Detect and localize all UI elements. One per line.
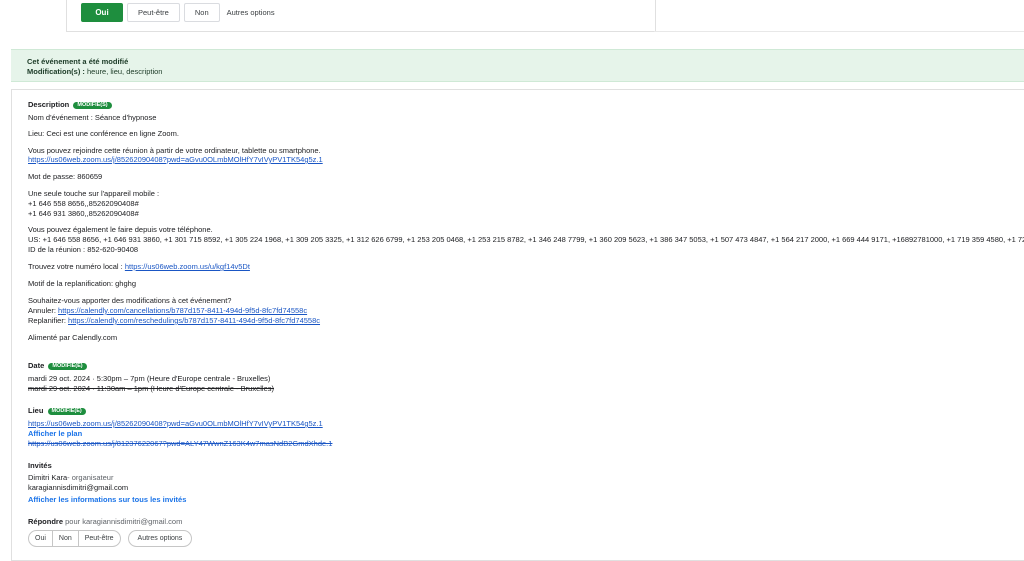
join-link[interactable]: https://us06web.zoom.us/j/85262090408?pw… bbox=[28, 156, 323, 164]
phone-line-2: +1 646 931 3860,,85262090408# bbox=[28, 209, 139, 218]
description-modified-badge: MODIFIÉ(S) bbox=[73, 102, 112, 109]
local-number-line: Trouvez votre numéro local : https://us0… bbox=[28, 263, 250, 271]
reply-maybe-button[interactable]: Peut-être bbox=[79, 531, 120, 546]
location-old-link[interactable]: https://us06web.zoom.us/j/81237622067?pw… bbox=[28, 440, 332, 448]
reply-buttons: Oui Non Peut-être Autres options bbox=[28, 530, 193, 547]
date-old-value: mardi 29 oct. 2024 · 11:30am – 1pm (Heur… bbox=[28, 384, 274, 393]
reply-segmented-control: Oui Non Peut-être bbox=[28, 530, 121, 547]
local-number-prefix: Trouvez votre numéro local : bbox=[28, 262, 123, 271]
password-line: Mot de passe: 860659 bbox=[28, 172, 103, 181]
rsvp-no-button[interactable]: Non bbox=[183, 3, 220, 22]
one-touch-line: Une seule touche sur l'appareil mobile : bbox=[28, 189, 160, 198]
banner-title: Cet événement a été modifié bbox=[27, 57, 129, 66]
location-header: Lieu MODIFIÉ(E) bbox=[28, 407, 86, 415]
date-header: Date MODIFIÉ(E) bbox=[28, 362, 87, 370]
cancel-link[interactable]: https://calendly.com/cancellations/b787d… bbox=[58, 306, 307, 315]
guests-title: Invités bbox=[28, 461, 52, 470]
cancel-label: Annuler: bbox=[28, 306, 56, 315]
powered-by-line: Alimenté par Calendly.com bbox=[28, 333, 118, 342]
by-phone-line: Vous pouvez également le faire depuis vo… bbox=[28, 225, 213, 234]
organizer-name: Dimitri Kara bbox=[28, 473, 68, 482]
reply-header: Répondre pour karagiannisdimitri@gmail.c… bbox=[28, 518, 182, 526]
divider bbox=[654, 31, 1024, 32]
reply-no-button[interactable]: Non bbox=[53, 531, 79, 546]
phone-line-1: +1 646 558 8656,,85262090408# bbox=[28, 199, 139, 208]
organizer-role: - organisateur bbox=[67, 473, 114, 482]
reschedule-line: Replanifier: https://calendly.com/resche… bbox=[28, 317, 320, 325]
rsvp-more-options[interactable]: Autres options bbox=[227, 8, 275, 17]
organizer-email: karagiannisdimitri@gmail.com bbox=[28, 483, 129, 492]
location-modified-badge: MODIFIÉ(E) bbox=[47, 408, 86, 415]
event-name-line: Nom d'événement : Séance d'hypnose bbox=[28, 113, 157, 122]
rsvp-maybe-button[interactable]: Peut-être bbox=[127, 3, 180, 22]
banner-changes: Modification(s) : heure, lieu, descripti… bbox=[27, 67, 162, 76]
reply-title: Répondre bbox=[28, 517, 64, 526]
reschedule-link[interactable]: https://calendly.com/reschedulings/b787d… bbox=[68, 316, 320, 325]
banner-changes-label: Modification(s) : bbox=[27, 67, 85, 76]
reschedule-label: Replanifier: bbox=[28, 316, 66, 325]
rsvp-yes-button[interactable]: Oui bbox=[81, 3, 123, 22]
reply-yes-button[interactable]: Oui bbox=[29, 531, 53, 546]
description-header: Description MODIFIÉ(S) bbox=[28, 101, 112, 109]
event-details-card: Description MODIFIÉ(S) Nom d'événement :… bbox=[11, 89, 1024, 561]
reply-more-options-button[interactable]: Autres options bbox=[127, 530, 193, 547]
date-title: Date bbox=[28, 361, 45, 370]
local-number-link[interactable]: https://us06web.zoom.us/u/kgf14v5Dt bbox=[125, 262, 250, 271]
rsvp-row: Oui Peut-être Non Autres options bbox=[81, 3, 275, 22]
location-title: Lieu bbox=[28, 406, 44, 415]
date-new-value: mardi 29 oct. 2024 · 5:30pm – 7pm (Heure… bbox=[28, 374, 271, 383]
modified-banner: Cet événement a été modifié Modification… bbox=[11, 49, 1024, 82]
rsvp-panel: Oui Peut-être Non Autres options bbox=[66, 0, 656, 32]
want-changes-line: Souhaitez-vous apporter des modification… bbox=[28, 296, 232, 305]
reschedule-reason-line: Motif de la replanification: ghghg bbox=[28, 279, 136, 288]
location-new-link[interactable]: https://us06web.zoom.us/j/85262090408?pw… bbox=[28, 420, 323, 428]
banner-changes-value: heure, lieu, description bbox=[87, 67, 163, 76]
organizer-line: Dimitri Kara- organisateur bbox=[28, 474, 113, 482]
reply-for-text: pour karagiannisdimitri@gmail.com bbox=[65, 517, 183, 526]
show-map-link[interactable]: Afficher le plan bbox=[28, 430, 82, 438]
show-all-guests-link[interactable]: Afficher les informations sur tous les i… bbox=[28, 496, 186, 504]
place-line: Lieu: Ceci est une conférence en ligne Z… bbox=[28, 129, 179, 138]
cancel-line: Annuler: https://calendly.com/cancellati… bbox=[28, 307, 307, 315]
date-modified-badge: MODIFIÉ(E) bbox=[48, 363, 87, 370]
meeting-id-line: ID de la réunion : 852-620-90408 bbox=[28, 245, 139, 254]
description-title: Description bbox=[28, 100, 70, 109]
join-intro-line: Vous pouvez rejoindre cette réunion à pa… bbox=[28, 146, 321, 155]
us-numbers-line: US: +1 646 558 8656, +1 646 931 3860, +1… bbox=[28, 236, 1024, 244]
